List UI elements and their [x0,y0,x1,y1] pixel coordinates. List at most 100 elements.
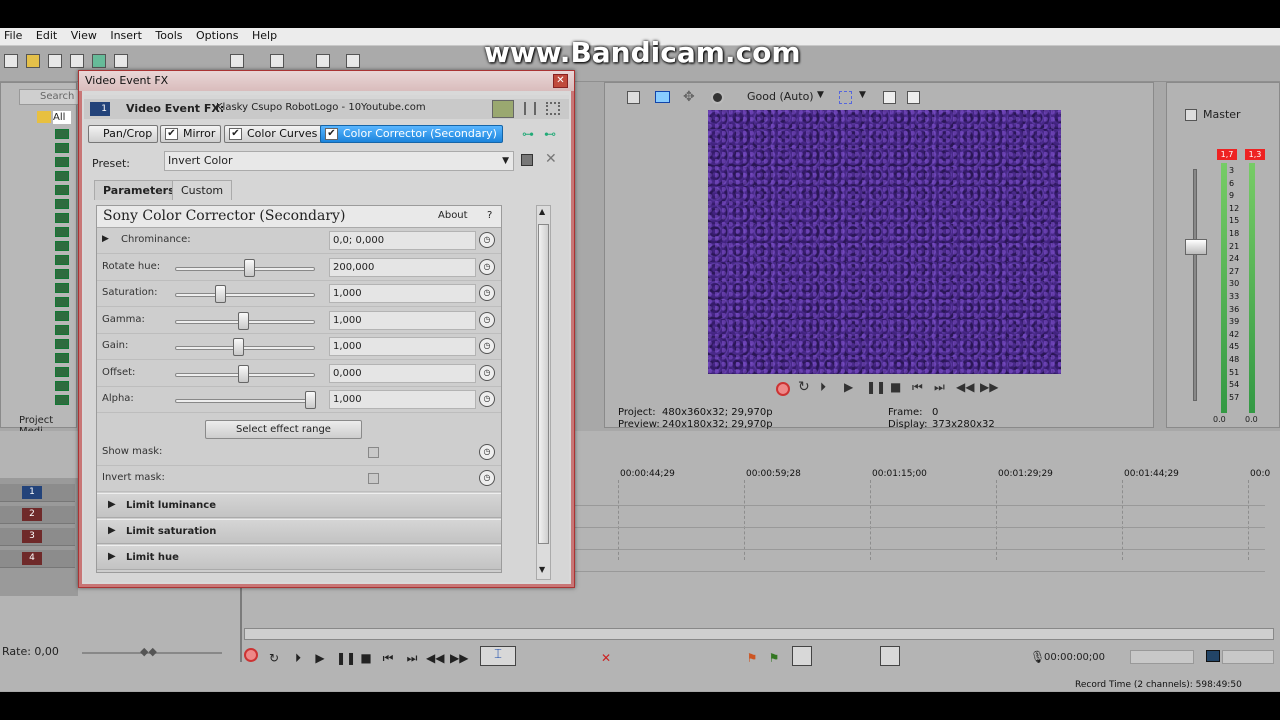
media-item[interactable] [55,241,69,251]
help-button[interactable]: ? [487,210,492,221]
animate-clock-icon[interactable]: ◷ [479,470,495,486]
limit-luminance-section[interactable]: ▶ Limit luminance [97,493,501,518]
check-icon[interactable]: ✔ [165,128,178,140]
save-icon[interactable] [48,54,62,68]
master-properties-icon[interactable] [1185,109,1197,121]
expand-arrow-icon[interactable]: ▶ [102,234,109,244]
track-header-3[interactable]: 3 [0,528,75,546]
normal-edit-tool-icon[interactable]: ⌶ [480,646,516,666]
animate-clock-icon[interactable]: ◷ [479,338,495,354]
redo-icon[interactable] [270,54,284,68]
slider-thumb[interactable] [237,311,249,330]
animate-clock-icon[interactable]: ◷ [479,311,495,328]
menu-help[interactable]: Help [248,28,283,42]
check-icon[interactable]: ✔ [325,128,338,140]
param-slider[interactable] [175,346,315,350]
snapshot-icon[interactable] [1206,650,1220,662]
end-time-field[interactable] [1222,650,1274,664]
delete-preset-icon[interactable]: ✕ [545,151,557,167]
media-item[interactable] [55,171,69,181]
dialog-title-bar[interactable]: Video Event FX ✕ [79,71,574,91]
track-header-1[interactable]: 1 [0,484,75,502]
timecode-display[interactable]: 00:00:00;00 [1044,652,1105,663]
media-item[interactable] [55,297,69,307]
go-to-end-icon[interactable]: ⏭ [404,650,420,666]
next-frame-icon[interactable]: ▶▶ [980,380,998,394]
slider-thumb[interactable] [214,285,226,303]
track-header-2[interactable]: 2 [0,506,75,524]
track-lane[interactable] [575,550,1265,572]
new-project-icon[interactable] [4,54,18,68]
media-item[interactable] [55,311,69,321]
previous-frame-icon[interactable]: ◀◀ [426,650,444,666]
scroll-up-icon[interactable]: ▲ [539,207,545,216]
media-item[interactable] [55,213,69,223]
previous-frame-icon[interactable]: ◀◀ [956,380,974,394]
media-item[interactable] [55,157,69,167]
check-icon[interactable]: ✔ [229,128,242,140]
enable-snapping-icon[interactable] [316,54,330,68]
param-value-field[interactable]: 1,000 [329,284,476,303]
render-icon[interactable] [92,54,106,68]
media-item[interactable] [55,185,69,195]
select-effect-range-button[interactable]: Select effect range [205,420,362,439]
insert-region-icon[interactable]: ⚑ [766,650,782,666]
plugin-chain-icon[interactable]: ⊶ [522,127,534,141]
animate-clock-icon[interactable]: ◷ [479,391,495,407]
auto-ripple-icon[interactable] [346,54,360,68]
param-slider[interactable] [175,293,315,297]
media-item[interactable] [55,129,69,139]
close-button[interactable]: ✕ [553,74,568,88]
play-from-start-icon[interactable]: ⏵ [290,650,306,666]
slider-thumb[interactable] [244,258,256,277]
delete-icon[interactable]: ✕ [598,650,614,666]
scroll-down-icon[interactable]: ▼ [539,565,545,574]
slider-thumb[interactable] [233,338,245,356]
view-mode-icon[interactable] [492,100,514,118]
tab-parameters[interactable]: Parameters [94,180,184,200]
menu-edit[interactable]: Edit [32,28,63,42]
go-to-start-icon[interactable]: ⏮ [912,380,923,395]
param-value-field[interactable]: 1,000 [329,337,476,356]
chain-button-color-curves[interactable]: ✔ Color Curves [224,125,324,143]
save-as-icon[interactable] [70,54,84,68]
media-item[interactable] [55,227,69,237]
invert-mask-checkbox[interactable] [368,473,379,484]
remove-plugin-icon[interactable]: ⊷ [544,127,556,141]
save-snapshot-icon[interactable] [907,91,920,104]
chain-button-pan-crop[interactable]: Pan/Crop [88,125,159,143]
timeline-scrollbar[interactable] [244,628,1274,640]
media-item[interactable] [55,283,69,293]
lock-envelopes-icon[interactable] [880,646,900,666]
chain-button-mirror[interactable]: ✔ Mirror [160,125,222,143]
overlays-icon[interactable] [839,91,852,104]
grid-view-icon[interactable] [546,102,560,115]
external-monitor-icon[interactable] [655,91,670,103]
media-item[interactable] [55,269,69,279]
all-node[interactable]: All [53,111,71,124]
limit-saturation-section[interactable]: ▶ Limit saturation [97,519,501,544]
param-value-field[interactable]: 1,000 [329,310,476,330]
preview-quality-select[interactable]: Good (Auto) [747,90,814,103]
go-to-start-icon[interactable]: ⏮ [380,650,396,666]
track-lane[interactable] [575,528,1265,550]
menu-tools[interactable]: Tools [151,28,188,42]
param-slider[interactable] [175,399,315,403]
media-item[interactable] [55,367,69,377]
media-item[interactable] [55,325,69,335]
undo-icon[interactable] [230,54,244,68]
show-mask-checkbox[interactable] [368,447,379,458]
search-input[interactable]: Search [19,89,79,105]
slider-thumb[interactable] [237,364,249,383]
record-icon[interactable] [776,382,790,396]
menu-view[interactable]: View [67,28,103,42]
limit-hue-section[interactable]: ▶ Limit hue [97,545,501,570]
slider-thumb[interactable] [305,391,316,409]
track-lane[interactable] [575,506,1265,528]
param-value-field[interactable]: 200,000 [329,257,476,277]
chevron-down-icon[interactable]: ▼ [859,90,866,100]
param-value-field[interactable]: 1,000 [329,390,476,409]
chain-button-color-corrector-secondary[interactable]: ✔ Color Corrector (Secondary) [320,125,503,143]
properties-icon[interactable] [114,54,128,68]
master-fader-handle[interactable] [1185,239,1207,255]
